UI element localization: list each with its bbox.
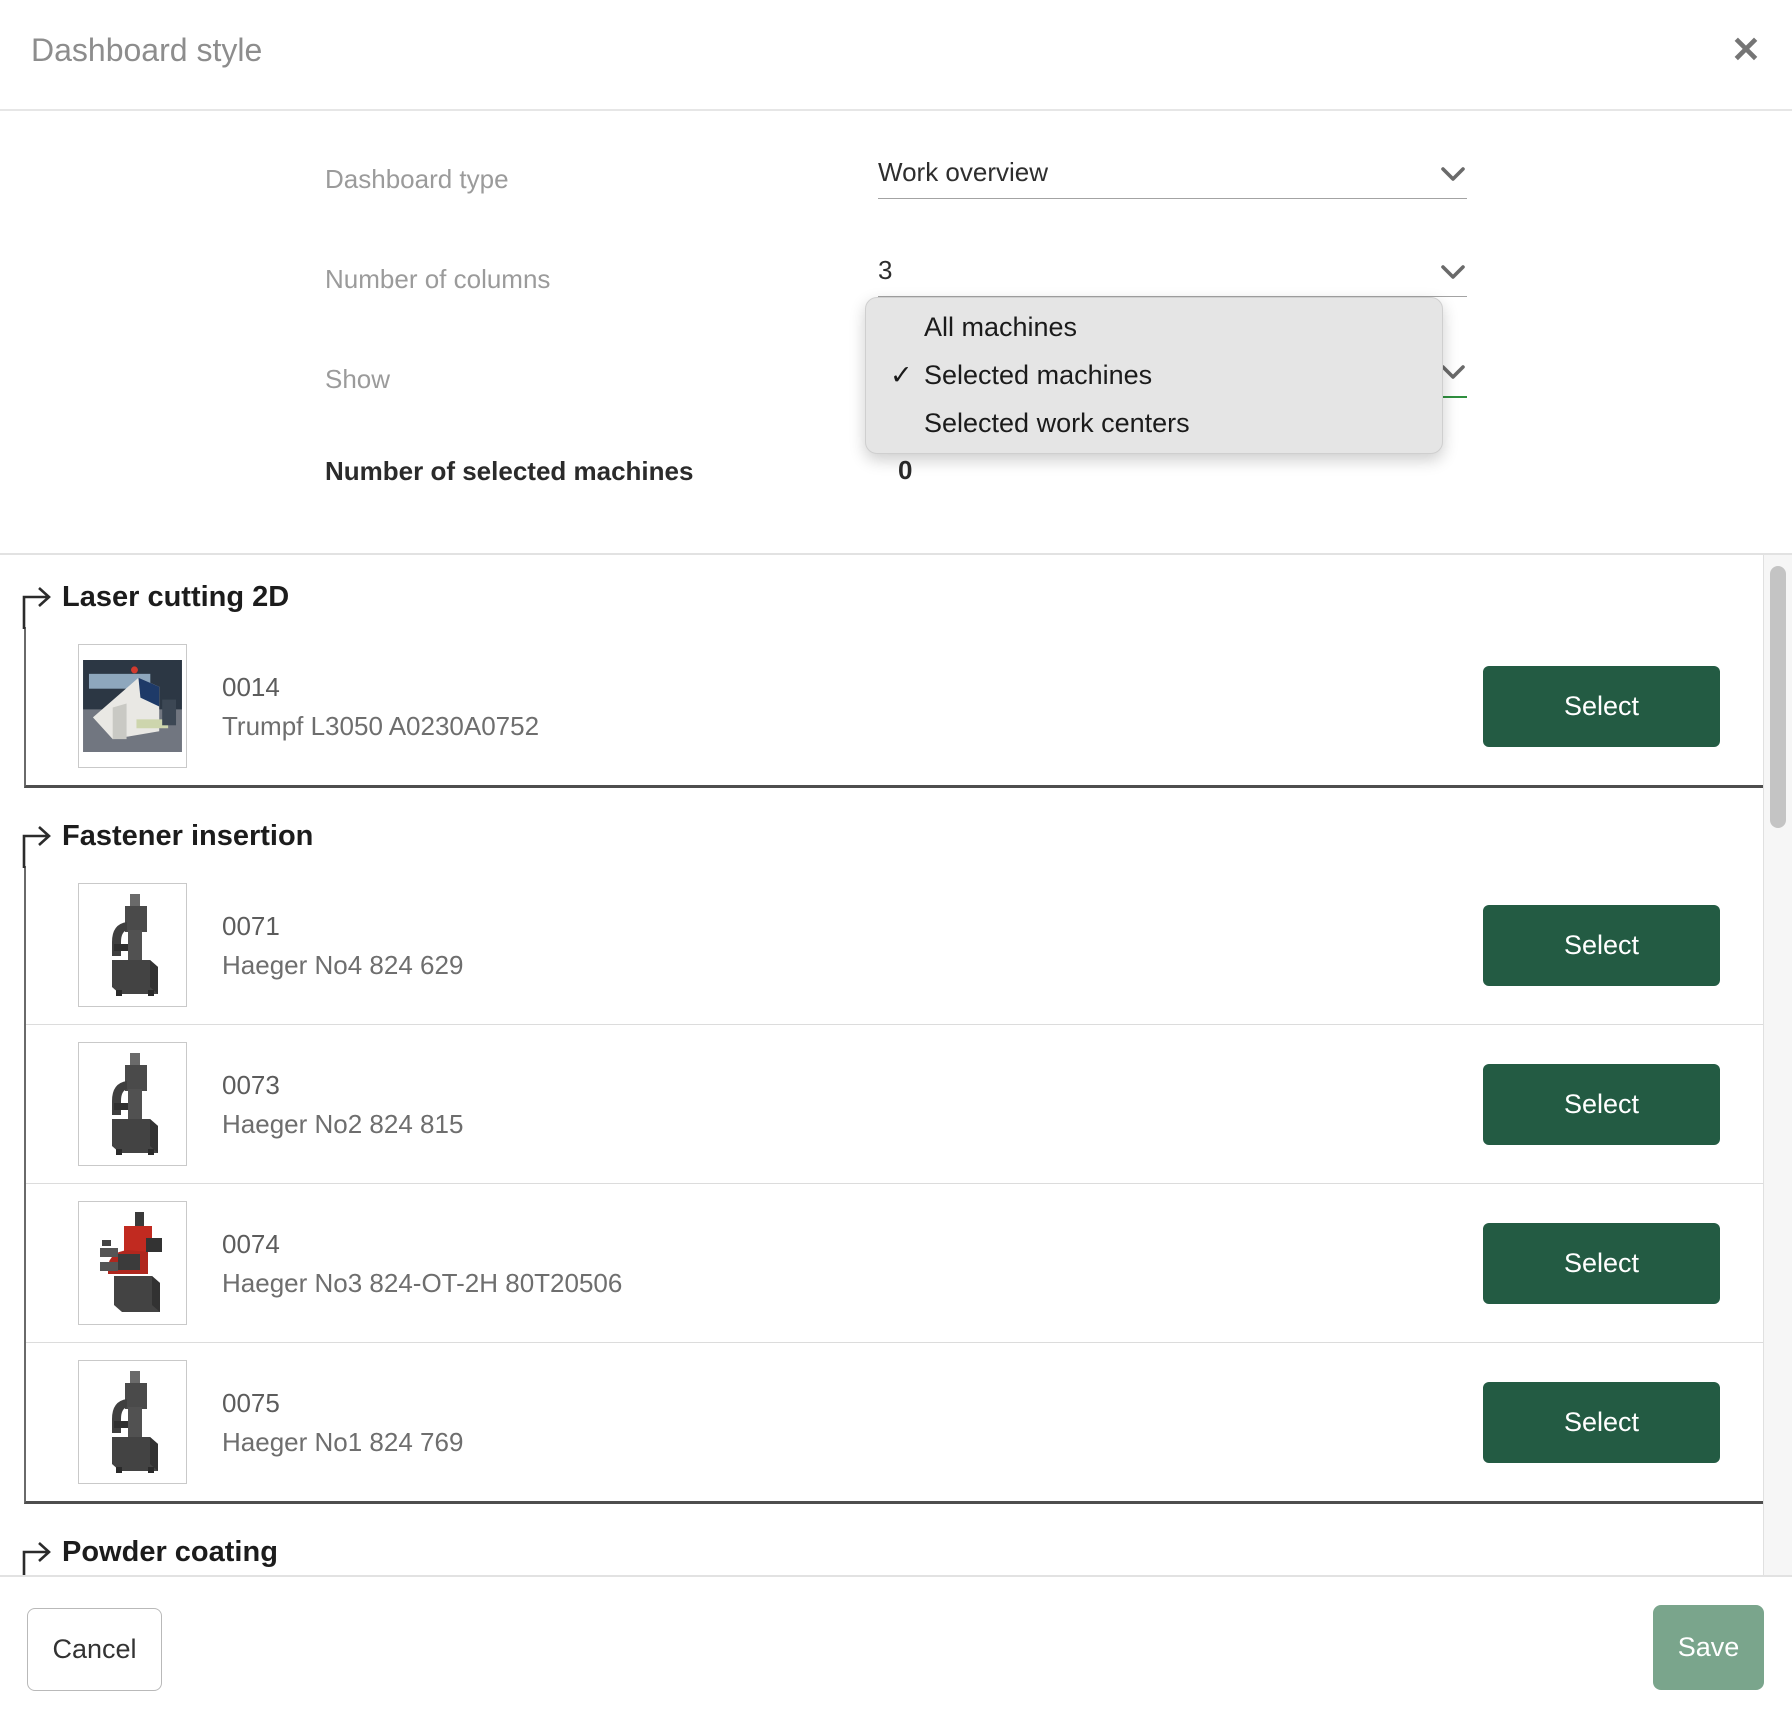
machine-row: 0071 Haeger No4 824 629 Select — [26, 866, 1763, 1024]
machine-thumbnail — [78, 1201, 187, 1325]
trumpf-machine-image — [83, 660, 182, 752]
selected-machines-count-value: 0 — [898, 455, 912, 486]
expand-arrow-icon — [18, 822, 58, 868]
machine-row: 0073 Haeger No2 824 815 Select — [26, 1024, 1763, 1183]
close-icon[interactable]: ✕ — [1722, 26, 1770, 74]
machine-row: 0075 Haeger No1 824 769 Select — [26, 1342, 1763, 1501]
section-header[interactable]: Powder coating — [0, 1530, 1763, 1577]
machine-section: Powder coating — [0, 1530, 1763, 1577]
machine-code: 0014 — [222, 672, 1483, 702]
machine-code: 0075 — [222, 1388, 1483, 1418]
machine-thumbnail — [78, 1042, 187, 1166]
scrollbar-track[interactable] — [1763, 555, 1792, 1575]
number-of-columns-value: 3 — [878, 256, 1467, 284]
machine-thumbnail — [78, 1360, 187, 1484]
machine-section: Fastener insertion 0071 Haeger No4 824 6… — [0, 814, 1763, 1504]
dialog-header: Dashboard style ✕ — [0, 0, 1792, 111]
section-title: Fastener insertion — [62, 820, 313, 853]
chevron-down-icon — [1441, 264, 1465, 280]
checkmark-icon: ✓ — [890, 351, 913, 399]
haeger-machine-image — [88, 1369, 178, 1475]
chevron-down-icon — [1441, 166, 1465, 182]
select-button[interactable]: Select — [1483, 1223, 1720, 1304]
machine-code: 0073 — [222, 1070, 1483, 1100]
machine-name: Haeger No1 824 769 — [222, 1427, 1483, 1457]
section-box: 0071 Haeger No4 824 629 Select 0073 Haeg… — [24, 866, 1763, 1504]
select-button[interactable]: Select — [1483, 905, 1720, 986]
machine-section: Laser cutting 2D 0014 Trumpf L3050 A0230… — [0, 575, 1763, 788]
section-header[interactable]: Laser cutting 2D — [0, 575, 1763, 627]
haeger-machine-image — [88, 892, 178, 998]
section-box: 0014 Trumpf L3050 A0230A0752 Select — [24, 627, 1763, 788]
machine-thumbnail — [78, 644, 187, 768]
machine-sections: Laser cutting 2D 0014 Trumpf L3050 A0230… — [0, 555, 1763, 1577]
select-button[interactable]: Select — [1483, 666, 1720, 747]
select-button[interactable]: Select — [1483, 1382, 1720, 1463]
machine-name: Haeger No2 824 815 — [222, 1109, 1483, 1139]
machine-name: Haeger No3 824-OT-2H 80T20506 — [222, 1268, 1483, 1298]
machine-name: Trumpf L3050 A0230A0752 — [222, 711, 1483, 741]
show-dropdown-menu: All machines ✓ Selected machines Selecte… — [865, 297, 1443, 454]
haeger-red-machine-image — [88, 1210, 178, 1316]
dashboard-type-label: Dashboard type — [325, 164, 509, 195]
number-of-columns-label: Number of columns — [325, 264, 550, 295]
menu-item-selected-machines[interactable]: ✓ Selected machines — [866, 351, 1442, 399]
number-of-columns-select[interactable]: 3 — [878, 256, 1467, 297]
save-button[interactable]: Save — [1653, 1605, 1764, 1690]
menu-item-selected-work-centers[interactable]: Selected work centers — [866, 399, 1442, 447]
chevron-down-icon — [1441, 364, 1465, 380]
menu-item-all-machines[interactable]: All machines — [866, 303, 1442, 351]
machine-code: 0071 — [222, 911, 1483, 941]
machine-row: 0074 Haeger No3 824-OT-2H 80T20506 Selec… — [26, 1183, 1763, 1342]
dashboard-type-select[interactable]: Work overview — [878, 158, 1467, 199]
haeger-machine-image — [88, 1051, 178, 1157]
machine-thumbnail — [78, 883, 187, 1007]
show-label: Show — [325, 364, 390, 395]
machine-name: Haeger No4 824 629 — [222, 950, 1483, 980]
cancel-button[interactable]: Cancel — [27, 1608, 162, 1691]
machine-row: 0014 Trumpf L3050 A0230A0752 Select — [26, 627, 1763, 785]
page-title: Dashboard style — [31, 32, 262, 69]
select-button[interactable]: Select — [1483, 1064, 1720, 1145]
machine-list: Laser cutting 2D 0014 Trumpf L3050 A0230… — [0, 553, 1792, 1577]
machine-code: 0074 — [222, 1229, 1483, 1259]
selected-machines-count-label: Number of selected machines — [325, 456, 693, 487]
scrollbar-thumb[interactable] — [1770, 566, 1786, 828]
expand-arrow-icon — [18, 583, 58, 629]
section-title: Powder coating — [62, 1536, 278, 1569]
section-title: Laser cutting 2D — [62, 581, 289, 614]
expand-arrow-icon — [18, 1538, 58, 1577]
dialog-footer: Cancel Save — [0, 1577, 1792, 1720]
dashboard-type-value: Work overview — [878, 158, 1467, 186]
section-header[interactable]: Fastener insertion — [0, 814, 1763, 866]
